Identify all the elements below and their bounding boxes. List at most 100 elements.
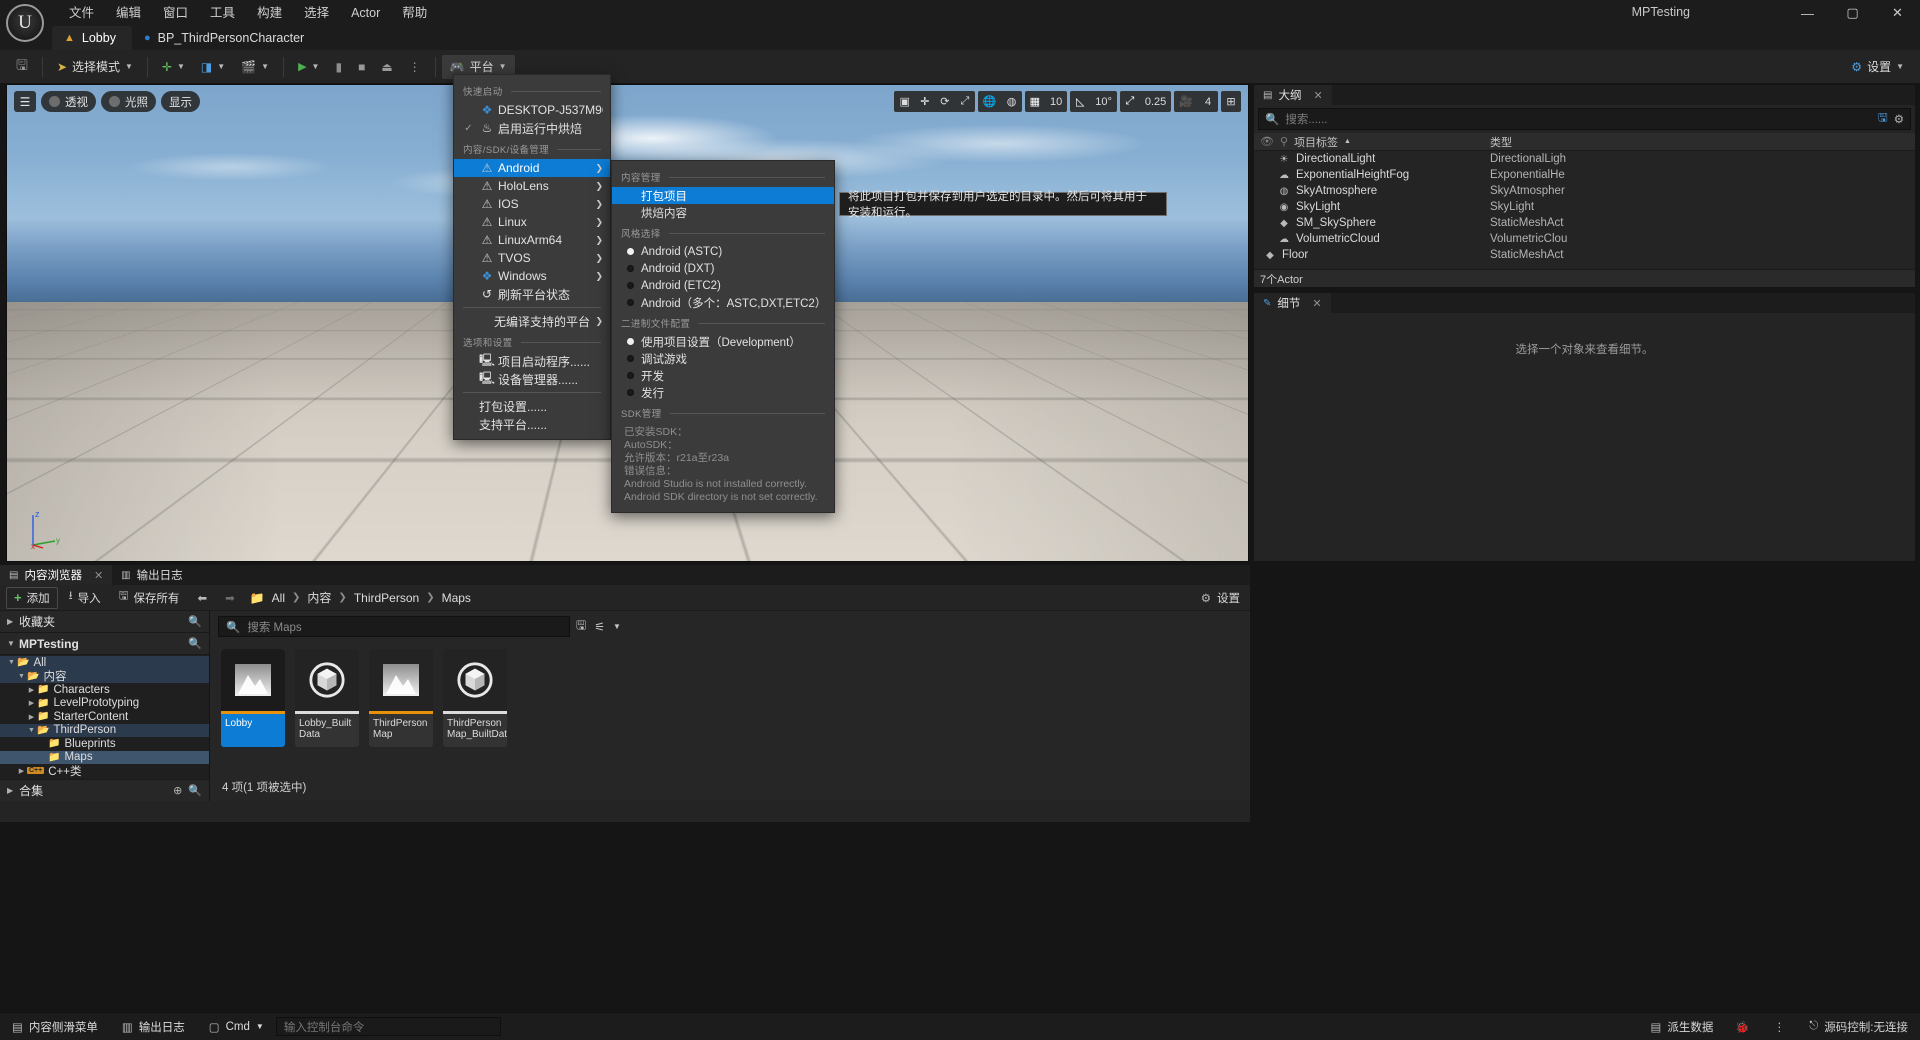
- grid-snap-icon[interactable]: ▦: [1025, 91, 1045, 112]
- camera-speed-value[interactable]: 4: [1198, 91, 1218, 112]
- flavor-item-etc2[interactable]: Android (ETC2): [612, 277, 834, 294]
- output-log-button[interactable]: ▥ 输出日志: [110, 1013, 197, 1040]
- platform-item-ios[interactable]: ⚠ IOS ❯: [454, 195, 610, 213]
- sidebar-section-collections[interactable]: ▶ 合集 ⊕ 🔍: [0, 779, 209, 801]
- viewport-lighting-button[interactable]: 光照: [101, 91, 156, 112]
- outliner-col-type[interactable]: 类型: [1484, 134, 1915, 150]
- add-collection-icon[interactable]: ⊕: [173, 784, 182, 797]
- table-row[interactable]: ☀ DirectionalLight DirectionalLigh: [1254, 151, 1915, 167]
- platform-item-android[interactable]: ⚠ Android ❯: [454, 159, 610, 177]
- breadcrumb-item-thirdperson[interactable]: ThirdPerson: [354, 591, 419, 605]
- tree-node-maps[interactable]: 📁 Maps: [0, 750, 209, 764]
- select-tool-icon[interactable]: ▣: [894, 91, 914, 112]
- select-mode-button[interactable]: ➤ 选择模式 ▼: [49, 55, 141, 79]
- cinematics-button[interactable]: 🎬 ▼: [233, 55, 277, 79]
- table-row[interactable]: ◍ SkyAtmosphere SkyAtmospher: [1254, 183, 1915, 199]
- close-icon[interactable]: ✕: [94, 569, 103, 582]
- maximize-viewport-icon[interactable]: ⊞: [1221, 91, 1241, 112]
- asset-tile-thirdperson-map[interactable]: ThirdPerson Map: [369, 649, 433, 747]
- angle-snap-value[interactable]: 10°: [1090, 91, 1117, 112]
- menu-edit[interactable]: 编辑: [105, 1, 152, 25]
- flavor-item-multi[interactable]: Android（多个：ASTC,DXT,ETC2）: [612, 294, 834, 311]
- import-button[interactable]: ⭳ 导入: [62, 586, 108, 609]
- chevron-down-icon[interactable]: ▼: [613, 622, 621, 631]
- submenu-item-cook-content[interactable]: 烘焙内容: [612, 204, 834, 221]
- add-actor-button[interactable]: ✛ ▼: [154, 55, 193, 79]
- menu-item-refresh-platform-status[interactable]: ↺ 刷新平台状态: [454, 285, 610, 303]
- platform-item-linuxarm64[interactable]: ⚠ LinuxArm64 ❯: [454, 231, 610, 249]
- close-button[interactable]: ✕: [1875, 0, 1920, 26]
- filter-icon[interactable]: ⚟: [594, 620, 605, 634]
- breadcrumb-item-maps[interactable]: Maps: [442, 591, 471, 605]
- platform-item-linux[interactable]: ⚠ Linux ❯: [454, 213, 610, 231]
- cmd-mode-selector[interactable]: ▢ Cmd ▼: [197, 1013, 276, 1040]
- tab-content-browser[interactable]: ▤ 内容浏览器 ✕: [0, 565, 113, 585]
- search-icon[interactable]: 🔍: [188, 637, 202, 650]
- search-icon[interactable]: 🔍: [188, 615, 202, 628]
- outliner-search-input[interactable]: 🔍 搜索...... 🖫 ⚙: [1258, 108, 1911, 130]
- save-button[interactable]: 🖫: [8, 55, 36, 79]
- tab-lobby[interactable]: ▲ Lobby: [52, 26, 132, 50]
- status-more-button[interactable]: ⋮: [1762, 1013, 1798, 1040]
- table-row[interactable]: ◆ SM_SkySphere StaticMeshAct: [1254, 215, 1915, 231]
- table-row[interactable]: ◆ Floor StaticMeshAct: [1254, 247, 1915, 263]
- viewport-perspective-button[interactable]: 透视: [41, 91, 96, 112]
- sidebar-section-favorites[interactable]: ▶ 收藏夹 🔍: [0, 611, 209, 633]
- scale-snap-icon[interactable]: ⤢: [1120, 91, 1140, 112]
- revision-control-button[interactable]: ⎋ 源码控制:无连接: [1797, 1013, 1920, 1040]
- asset-tile-lobby[interactable]: Lobby: [221, 649, 285, 747]
- menu-item-project-launcher[interactable]: 🖳 项目启动程序......: [454, 352, 610, 370]
- play-button[interactable]: ▶ ▼: [290, 55, 327, 79]
- search-icon[interactable]: 🔍: [188, 784, 202, 797]
- move-tool-icon[interactable]: ✛: [915, 91, 935, 112]
- tab-bp-thirdpersoncharacter[interactable]: ● BP_ThirdPersonCharacter: [132, 26, 320, 50]
- console-command-input[interactable]: 输入控制台命令: [275, 1017, 501, 1036]
- tab-output-log[interactable]: ▥ 输出日志: [112, 565, 191, 585]
- angle-snap-icon[interactable]: ◺: [1070, 91, 1090, 112]
- bug-report-button[interactable]: 🐞: [1723, 1013, 1761, 1040]
- platform-item-tvos[interactable]: ⚠ TVOS ❯: [454, 249, 610, 267]
- settings-button[interactable]: ⚙ 设置 ▼: [1843, 55, 1912, 79]
- menu-item-unsupported-platforms[interactable]: 无编译支持的平台 ❯: [454, 312, 610, 330]
- tree-node-levelprototyping[interactable]: ▶ 📁 LevelPrototyping: [0, 697, 209, 711]
- menu-file[interactable]: 文件: [58, 1, 105, 25]
- scale-tool-icon[interactable]: ⤢: [955, 91, 975, 112]
- grid-snap-value[interactable]: 10: [1045, 91, 1067, 112]
- menu-item-packaging-settings[interactable]: 打包设置......: [454, 397, 610, 415]
- menu-item-desktop-target[interactable]: ❖ DESKTOP-J537M96: [454, 101, 610, 119]
- table-row[interactable]: ☁ ExponentialHeightFog ExponentialHe: [1254, 167, 1915, 183]
- asset-tile-lobby-builtdata[interactable]: Lobby_Built Data: [295, 649, 359, 747]
- flavor-item-astc[interactable]: Android (ASTC): [612, 243, 834, 260]
- stop-button[interactable]: ■: [350, 55, 373, 79]
- menu-help[interactable]: 帮助: [391, 1, 438, 25]
- binary-item-project-settings[interactable]: 使用项目设置（Development）: [612, 333, 834, 350]
- binary-item-debug-game[interactable]: 调试游戏: [612, 350, 834, 367]
- unreal-logo-icon[interactable]: U: [6, 4, 44, 42]
- eject-button[interactable]: ⏏: [373, 55, 400, 79]
- tree-node-thirdperson[interactable]: ▼ 📂 ThirdPerson: [0, 723, 209, 737]
- play-more-button[interactable]: ⋮: [401, 55, 429, 79]
- viewport-menu-icon[interactable]: ☰: [14, 91, 36, 112]
- forward-arrow-icon[interactable]: ➡: [218, 589, 242, 607]
- tree-node-all[interactable]: ▼ 📂 All: [0, 656, 209, 670]
- save-search-icon[interactable]: 🖫: [576, 616, 586, 637]
- content-browser-settings-label[interactable]: 设置: [1217, 590, 1240, 606]
- back-arrow-icon[interactable]: ⬅: [190, 589, 214, 607]
- asset-tile-thirdperson-map-builtdata[interactable]: ThirdPerson Map_BuiltData: [443, 649, 507, 747]
- save-all-button[interactable]: 🖫 保存所有: [112, 586, 187, 609]
- outliner-save-icon[interactable]: 🖫: [1878, 110, 1888, 129]
- binary-item-development[interactable]: 开发: [612, 367, 834, 384]
- platform-item-hololens[interactable]: ⚠ HoloLens ❯: [454, 177, 610, 195]
- rotate-tool-icon[interactable]: ⟳: [935, 91, 955, 112]
- pause-button[interactable]: ▮: [327, 55, 350, 79]
- platform-item-windows[interactable]: ❖ Windows ❯: [454, 267, 610, 285]
- close-icon[interactable]: ✕: [1312, 297, 1321, 310]
- viewport-show-button[interactable]: 显示: [161, 91, 200, 112]
- minimize-button[interactable]: —: [1785, 0, 1830, 26]
- surface-snap-icon[interactable]: ◍: [1002, 91, 1022, 112]
- tab-outliner[interactable]: ▤ 大纲 ✕: [1254, 85, 1332, 105]
- flavor-item-dxt[interactable]: Android (DXT): [612, 260, 834, 277]
- search-input[interactable]: 🔍 搜索 Maps: [218, 616, 570, 637]
- tab-details[interactable]: ✎ 细节 ✕: [1254, 293, 1331, 313]
- maximize-button[interactable]: ▢: [1830, 0, 1875, 26]
